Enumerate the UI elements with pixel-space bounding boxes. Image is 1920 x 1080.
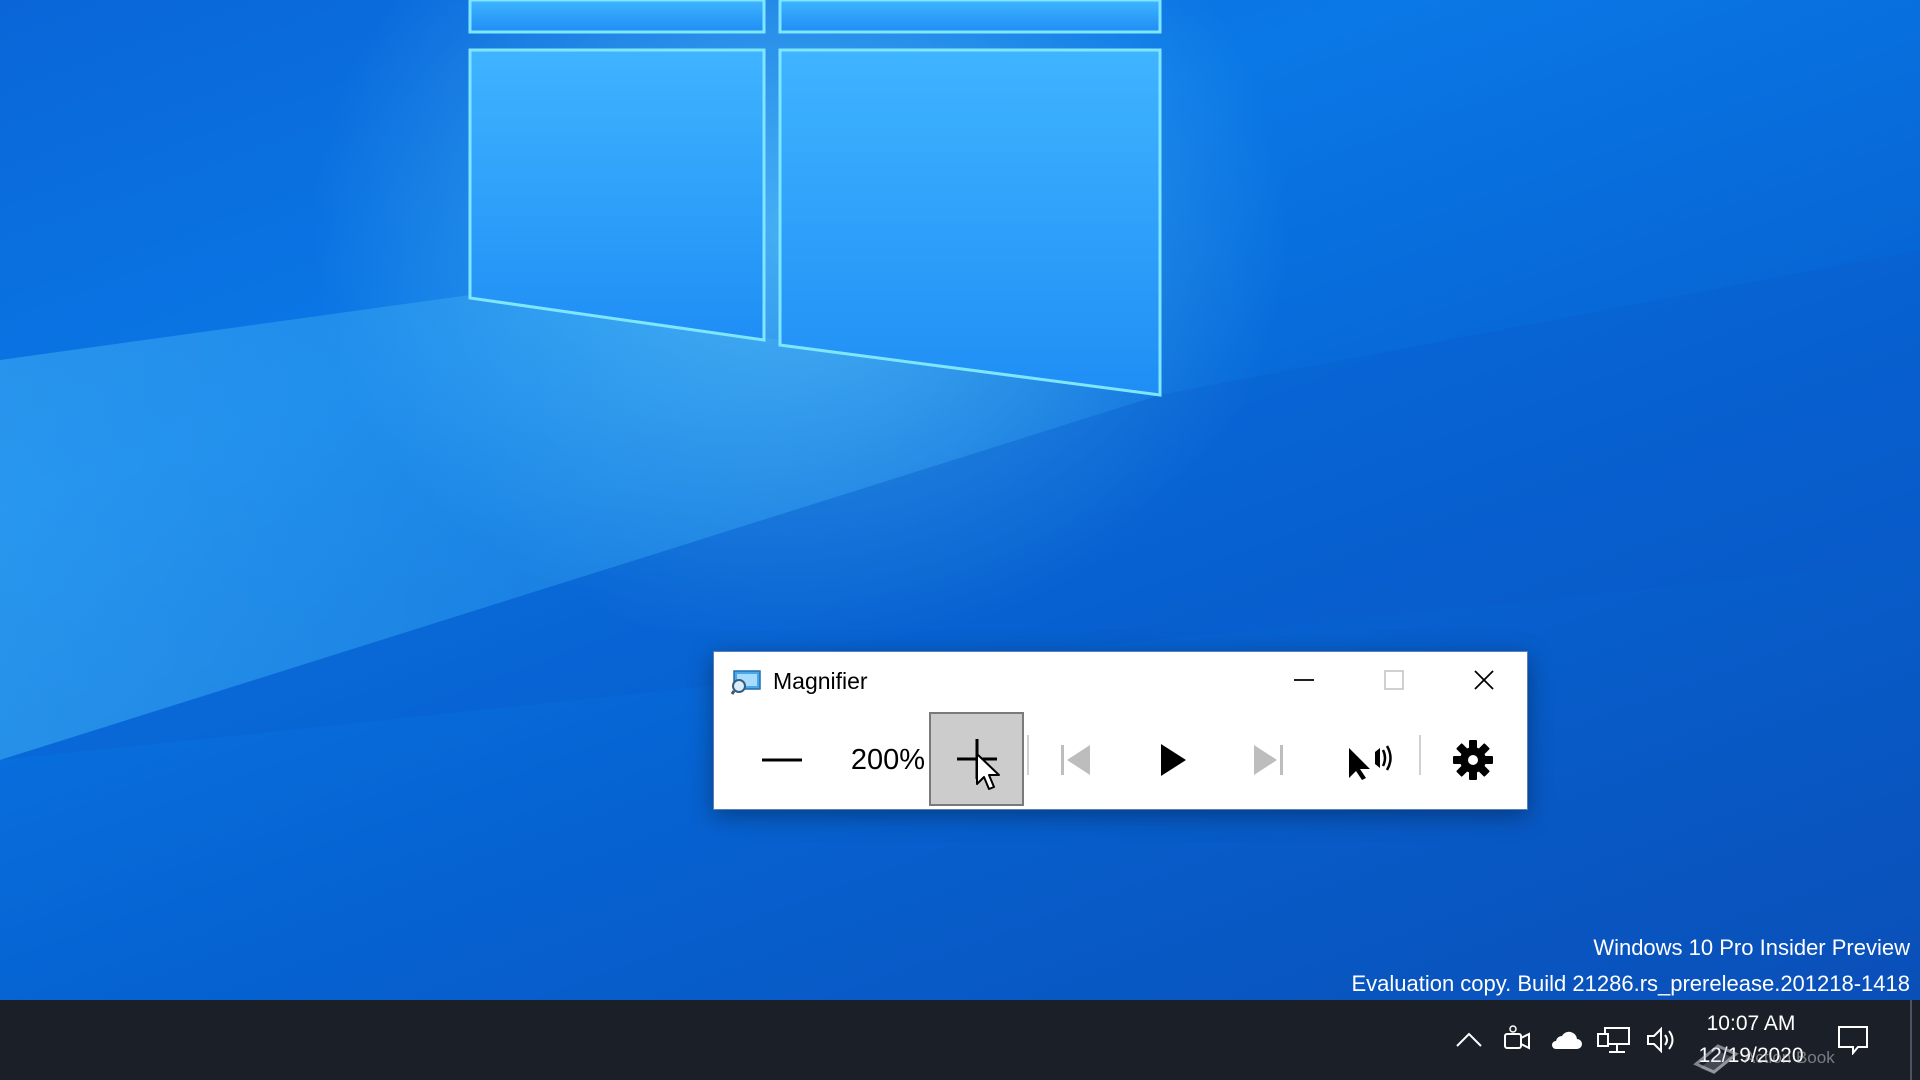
magnifier-toolbar: 200% — [714, 710, 1527, 810]
chevron-up-icon — [1456, 1032, 1482, 1047]
toolbar-separator — [1419, 735, 1421, 775]
close-button[interactable] — [1440, 652, 1528, 708]
meet-now-tray-button[interactable] — [1495, 1018, 1539, 1062]
minimize-icon — [1294, 679, 1314, 681]
magnifier-app-icon — [731, 670, 761, 695]
settings-button[interactable] — [1428, 714, 1518, 806]
taskbar: 10:07 AM 12/19/2020 Action Book — [0, 1000, 1920, 1080]
read-next-button[interactable] — [1228, 714, 1308, 806]
play-button[interactable] — [1132, 714, 1212, 806]
show-desktop-button[interactable] — [1910, 1000, 1912, 1080]
zoom-level-display: 200% — [850, 743, 926, 776]
gear-icon — [1453, 740, 1493, 780]
window-title: Magnifier — [773, 668, 868, 694]
zoom-in-button[interactable] — [929, 712, 1024, 806]
play-icon — [1161, 744, 1186, 776]
show-hidden-icons-button[interactable] — [1447, 1018, 1491, 1062]
desktop-light-beam — [0, 250, 1920, 760]
zoom-out-button[interactable] — [734, 714, 830, 806]
desktop: Windows 10 Pro Insider Preview Evaluatio… — [0, 0, 1920, 1000]
taskbar-clock[interactable]: 10:07 AM 12/19/2020 — [1686, 1008, 1816, 1072]
maximize-icon — [1384, 670, 1404, 690]
watermark-edition: Windows 10 Pro Insider Preview — [1593, 935, 1910, 960]
skip-previous-icon — [1061, 745, 1090, 775]
read-previous-button[interactable] — [1036, 714, 1116, 806]
maximize-button[interactable] — [1350, 652, 1438, 708]
plus-icon — [956, 739, 997, 779]
onedrive-icon — [1552, 1031, 1582, 1049]
watermark-build: Evaluation copy. Build 21286.rs_prerelea… — [1351, 971, 1910, 996]
clock-date: 12/19/2020 — [1698, 1044, 1804, 1067]
minimize-button[interactable] — [1260, 652, 1348, 708]
close-icon — [1474, 670, 1494, 690]
onedrive-tray-button[interactable] — [1543, 1018, 1587, 1062]
network-icon — [1597, 1027, 1630, 1053]
network-tray-button[interactable] — [1592, 1018, 1636, 1062]
read-from-here-icon — [1349, 745, 1392, 780]
toolbar-separator — [1027, 735, 1029, 775]
meet-now-icon — [1504, 1025, 1530, 1050]
volume-tray-button[interactable] — [1640, 1018, 1684, 1062]
volume-icon — [1647, 1026, 1674, 1054]
notification-icon — [1838, 1026, 1868, 1055]
skip-next-icon — [1254, 745, 1283, 775]
clock-time: 10:07 AM — [1706, 1012, 1796, 1035]
minus-icon — [762, 758, 802, 762]
title-bar[interactable]: Magnifier — [714, 652, 1527, 710]
read-from-here-button[interactable] — [1324, 714, 1414, 806]
windows-build-watermark: Windows 10 Pro Insider Preview Evaluatio… — [1351, 930, 1910, 1000]
action-center-button[interactable] — [1831, 1018, 1875, 1062]
magnifier-window: Magnifier 200% — [713, 651, 1528, 810]
windows-logo — [468, 0, 1162, 397]
